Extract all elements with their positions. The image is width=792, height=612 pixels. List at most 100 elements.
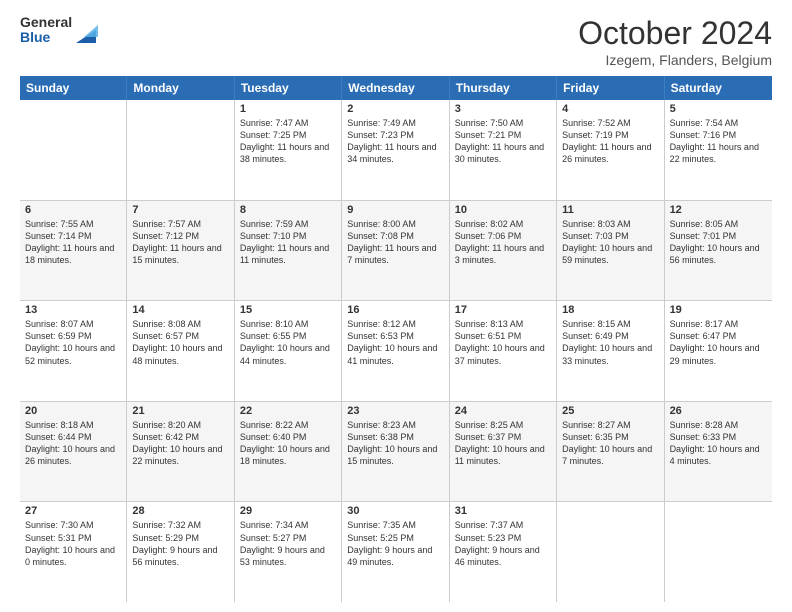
cell-info: Sunrise: 8:12 AMSunset: 6:53 PMDaylight:… [347,318,443,367]
cell-info: Sunrise: 8:07 AMSunset: 6:59 PMDaylight:… [25,318,121,367]
calendar-week-3: 13 Sunrise: 8:07 AMSunset: 6:59 PMDaylig… [20,301,772,402]
calendar-cell: 24 Sunrise: 8:25 AMSunset: 6:37 PMDaylig… [450,402,557,502]
day-number: 17 [455,304,551,316]
calendar-cell: 2 Sunrise: 7:49 AMSunset: 7:23 PMDayligh… [342,100,449,200]
calendar-cell: 3 Sunrise: 7:50 AMSunset: 7:21 PMDayligh… [450,100,557,200]
day-number: 6 [25,204,121,216]
calendar-header: Sunday Monday Tuesday Wednesday Thursday… [20,76,772,100]
day-number: 25 [562,405,658,417]
calendar-week-1: 1 Sunrise: 7:47 AMSunset: 7:25 PMDayligh… [20,100,772,201]
cell-info: Sunrise: 8:02 AMSunset: 7:06 PMDaylight:… [455,218,551,267]
cell-info: Sunrise: 8:05 AMSunset: 7:01 PMDaylight:… [670,218,767,267]
calendar-cell: 20 Sunrise: 8:18 AMSunset: 6:44 PMDaylig… [20,402,127,502]
day-number: 1 [240,103,336,115]
header-sunday: Sunday [20,76,127,100]
calendar-body: 1 Sunrise: 7:47 AMSunset: 7:25 PMDayligh… [20,100,772,602]
cell-info: Sunrise: 7:52 AMSunset: 7:19 PMDaylight:… [562,117,658,166]
header: General Blue October 2024 Izegem, Flande… [20,15,772,68]
cell-info: Sunrise: 8:08 AMSunset: 6:57 PMDaylight:… [132,318,228,367]
calendar-cell [20,100,127,200]
day-number: 28 [132,505,228,517]
calendar-cell: 18 Sunrise: 8:15 AMSunset: 6:49 PMDaylig… [557,301,664,401]
header-wednesday: Wednesday [342,76,449,100]
day-number: 31 [455,505,551,517]
day-number: 29 [240,505,336,517]
title-area: October 2024 Izegem, Flanders, Belgium [578,15,772,68]
day-number: 13 [25,304,121,316]
day-number: 8 [240,204,336,216]
calendar-cell: 27 Sunrise: 7:30 AMSunset: 5:31 PMDaylig… [20,502,127,602]
cell-info: Sunrise: 8:00 AMSunset: 7:08 PMDaylight:… [347,218,443,267]
logo-wing-icon [74,15,98,45]
day-number: 19 [670,304,767,316]
calendar-week-5: 27 Sunrise: 7:30 AMSunset: 5:31 PMDaylig… [20,502,772,602]
cell-info: Sunrise: 8:20 AMSunset: 6:42 PMDaylight:… [132,419,228,468]
logo: General Blue [20,15,98,46]
cell-info: Sunrise: 8:28 AMSunset: 6:33 PMDaylight:… [670,419,767,468]
cell-info: Sunrise: 7:47 AMSunset: 7:25 PMDaylight:… [240,117,336,166]
calendar-cell [665,502,772,602]
calendar-cell: 5 Sunrise: 7:54 AMSunset: 7:16 PMDayligh… [665,100,772,200]
calendar-cell: 22 Sunrise: 8:22 AMSunset: 6:40 PMDaylig… [235,402,342,502]
cell-info: Sunrise: 7:59 AMSunset: 7:10 PMDaylight:… [240,218,336,267]
day-number: 3 [455,103,551,115]
header-monday: Monday [127,76,234,100]
calendar-cell: 13 Sunrise: 8:07 AMSunset: 6:59 PMDaylig… [20,301,127,401]
day-number: 14 [132,304,228,316]
cell-info: Sunrise: 8:03 AMSunset: 7:03 PMDaylight:… [562,218,658,267]
day-number: 2 [347,103,443,115]
calendar-cell: 15 Sunrise: 8:10 AMSunset: 6:55 PMDaylig… [235,301,342,401]
cell-info: Sunrise: 8:17 AMSunset: 6:47 PMDaylight:… [670,318,767,367]
cell-info: Sunrise: 8:25 AMSunset: 6:37 PMDaylight:… [455,419,551,468]
cell-info: Sunrise: 8:22 AMSunset: 6:40 PMDaylight:… [240,419,336,468]
day-number: 20 [25,405,121,417]
calendar-cell: 14 Sunrise: 8:08 AMSunset: 6:57 PMDaylig… [127,301,234,401]
header-saturday: Saturday [665,76,772,100]
day-number: 21 [132,405,228,417]
calendar-cell [557,502,664,602]
calendar-cell: 7 Sunrise: 7:57 AMSunset: 7:12 PMDayligh… [127,201,234,301]
day-number: 27 [25,505,121,517]
location: Izegem, Flanders, Belgium [578,52,772,68]
day-number: 10 [455,204,551,216]
calendar-cell: 28 Sunrise: 7:32 AMSunset: 5:29 PMDaylig… [127,502,234,602]
calendar-cell: 12 Sunrise: 8:05 AMSunset: 7:01 PMDaylig… [665,201,772,301]
cell-info: Sunrise: 8:18 AMSunset: 6:44 PMDaylight:… [25,419,121,468]
calendar-cell: 8 Sunrise: 7:59 AMSunset: 7:10 PMDayligh… [235,201,342,301]
cell-info: Sunrise: 7:50 AMSunset: 7:21 PMDaylight:… [455,117,551,166]
logo-general-text: General [20,15,72,30]
day-number: 15 [240,304,336,316]
calendar-cell: 16 Sunrise: 8:12 AMSunset: 6:53 PMDaylig… [342,301,449,401]
calendar-cell: 31 Sunrise: 7:37 AMSunset: 5:23 PMDaylig… [450,502,557,602]
cell-info: Sunrise: 7:37 AMSunset: 5:23 PMDaylight:… [455,519,551,568]
calendar-cell: 4 Sunrise: 7:52 AMSunset: 7:19 PMDayligh… [557,100,664,200]
calendar-cell: 26 Sunrise: 8:28 AMSunset: 6:33 PMDaylig… [665,402,772,502]
calendar-cell: 17 Sunrise: 8:13 AMSunset: 6:51 PMDaylig… [450,301,557,401]
calendar-cell: 6 Sunrise: 7:55 AMSunset: 7:14 PMDayligh… [20,201,127,301]
day-number: 12 [670,204,767,216]
day-number: 7 [132,204,228,216]
header-thursday: Thursday [450,76,557,100]
cell-info: Sunrise: 7:30 AMSunset: 5:31 PMDaylight:… [25,519,121,568]
header-friday: Friday [557,76,664,100]
cell-info: Sunrise: 8:27 AMSunset: 6:35 PMDaylight:… [562,419,658,468]
day-number: 30 [347,505,443,517]
calendar-cell: 9 Sunrise: 8:00 AMSunset: 7:08 PMDayligh… [342,201,449,301]
day-number: 16 [347,304,443,316]
calendar-week-4: 20 Sunrise: 8:18 AMSunset: 6:44 PMDaylig… [20,402,772,503]
cell-info: Sunrise: 8:13 AMSunset: 6:51 PMDaylight:… [455,318,551,367]
calendar: Sunday Monday Tuesday Wednesday Thursday… [20,76,772,602]
cell-info: Sunrise: 7:32 AMSunset: 5:29 PMDaylight:… [132,519,228,568]
calendar-cell: 11 Sunrise: 8:03 AMSunset: 7:03 PMDaylig… [557,201,664,301]
day-number: 4 [562,103,658,115]
calendar-cell: 21 Sunrise: 8:20 AMSunset: 6:42 PMDaylig… [127,402,234,502]
cell-info: Sunrise: 7:49 AMSunset: 7:23 PMDaylight:… [347,117,443,166]
calendar-cell: 30 Sunrise: 7:35 AMSunset: 5:25 PMDaylig… [342,502,449,602]
cell-info: Sunrise: 8:15 AMSunset: 6:49 PMDaylight:… [562,318,658,367]
calendar-cell: 29 Sunrise: 7:34 AMSunset: 5:27 PMDaylig… [235,502,342,602]
day-number: 24 [455,405,551,417]
month-title: October 2024 [578,15,772,52]
day-number: 9 [347,204,443,216]
logo-blue-text: Blue [20,30,72,45]
cell-info: Sunrise: 8:10 AMSunset: 6:55 PMDaylight:… [240,318,336,367]
